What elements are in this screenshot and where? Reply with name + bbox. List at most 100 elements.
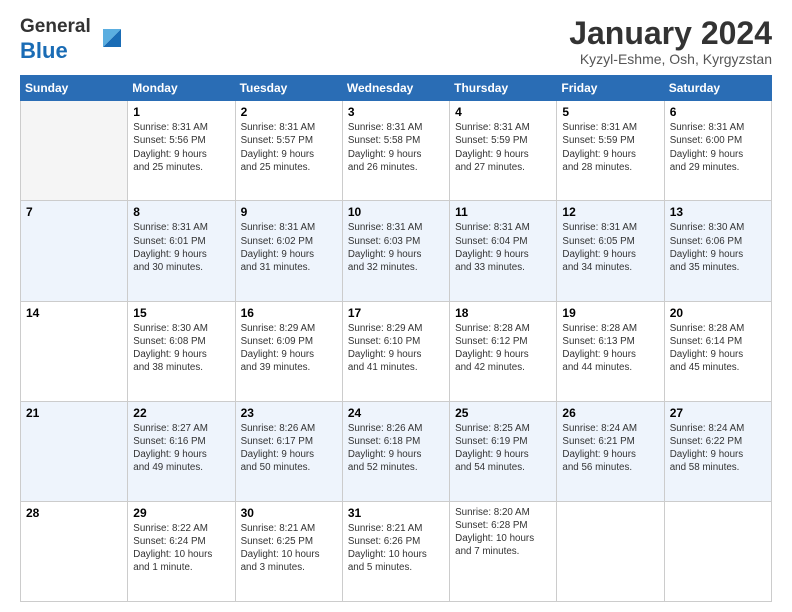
day-number: 11 [455, 205, 551, 219]
cell-info: Sunrise: 8:26 AMSunset: 6:17 PMDaylight:… [241, 422, 337, 475]
table-row [557, 501, 664, 601]
cell-info: Sunrise: 8:22 AMSunset: 6:24 PMDaylight:… [133, 522, 229, 575]
table-row [21, 101, 128, 201]
header-thursday: Thursday [450, 76, 557, 101]
day-number: 17 [348, 306, 444, 320]
cell-info: Sunrise: 8:21 AMSunset: 6:25 PMDaylight:… [241, 522, 337, 575]
table-row: 29 Sunrise: 8:22 AMSunset: 6:24 PMDayligh… [128, 501, 235, 601]
cell-info: Sunrise: 8:24 AMSunset: 6:21 PMDaylight:… [562, 422, 658, 475]
table-row: 1Sunrise: 8:31 AMSunset: 5:56 PMDaylight… [128, 101, 235, 201]
title-block: January 2024 Kyzyl-Eshme, Osh, Kyrgyzsta… [569, 16, 772, 67]
table-row: 18 Sunrise: 8:28 AMSunset: 6:12 PMDayligh… [450, 301, 557, 401]
day-number: 2 [241, 105, 337, 119]
day-number: 3 [348, 105, 444, 119]
cell-info: Sunrise: 8:31 AMSunset: 5:59 PMDaylight:… [562, 121, 658, 174]
header-wednesday: Wednesday [342, 76, 449, 101]
table-row: 26 Sunrise: 8:24 AMSunset: 6:21 PMDayligh… [557, 401, 664, 501]
cell-info: Sunrise: 8:31 AMSunset: 5:57 PMDaylight:… [241, 121, 337, 174]
day-number: 9 [241, 205, 337, 219]
table-row: 19 Sunrise: 8:28 AMSunset: 6:13 PMDayligh… [557, 301, 664, 401]
cell-info: Sunrise: 8:26 AMSunset: 6:18 PMDaylight:… [348, 422, 444, 475]
table-row: 27 Sunrise: 8:24 AMSunset: 6:22 PMDayligh… [664, 401, 771, 501]
day-number: 24 [348, 406, 444, 420]
day-number: 15 [133, 306, 229, 320]
table-row: Sunrise: 8:20 AMSunset: 6:28 PMDaylight:… [450, 501, 557, 601]
table-row: 22 Sunrise: 8:27 AMSunset: 6:16 PMDayligh… [128, 401, 235, 501]
main-title: January 2024 [569, 16, 772, 51]
cell-info: Sunrise: 8:31 AMSunset: 5:56 PMDaylight:… [133, 121, 229, 174]
day-number: 12 [562, 205, 658, 219]
day-number: 14 [26, 306, 122, 320]
header-tuesday: Tuesday [235, 76, 342, 101]
day-number: 4 [455, 105, 551, 119]
day-number: 30 [241, 506, 337, 520]
cell-info: Sunrise: 8:31 AMSunset: 6:05 PMDaylight:… [562, 221, 658, 274]
day-number: 18 [455, 306, 551, 320]
header: General Blue January 2024 Kyzyl-Eshme, O… [20, 16, 772, 67]
table-row: 3 Sunrise: 8:31 AMSunset: 5:58 PMDaylight… [342, 101, 449, 201]
day-number: 13 [670, 205, 766, 219]
table-row: 21 [21, 401, 128, 501]
table-row: 24 Sunrise: 8:26 AMSunset: 6:18 PMDayligh… [342, 401, 449, 501]
cell-info: Sunrise: 8:28 AMSunset: 6:13 PMDaylight:… [562, 322, 658, 375]
page: General Blue January 2024 Kyzyl-Eshme, O… [0, 0, 792, 612]
day-number: 8 [133, 205, 229, 219]
day-number: 22 [133, 406, 229, 420]
cell-info: Sunrise: 8:31 AMSunset: 5:58 PMDaylight:… [348, 121, 444, 174]
day-number: 25 [455, 406, 551, 420]
day-number: 21 [26, 406, 122, 420]
cell-info: Sunrise: 8:31 AMSunset: 6:02 PMDaylight:… [241, 221, 337, 274]
table-row: 5 Sunrise: 8:31 AMSunset: 5:59 PMDaylight… [557, 101, 664, 201]
calendar-row-2: 78Sunrise: 8:31 AMSunset: 6:01 PMDayligh… [21, 201, 772, 301]
cell-info: Sunrise: 8:25 AMSunset: 6:19 PMDaylight:… [455, 422, 551, 475]
table-row: 17 Sunrise: 8:29 AMSunset: 6:10 PMDayligh… [342, 301, 449, 401]
cell-info: Sunrise: 8:24 AMSunset: 6:22 PMDaylight:… [670, 422, 766, 475]
table-row: 23Sunrise: 8:26 AMSunset: 6:17 PMDayligh… [235, 401, 342, 501]
table-row: 7 [21, 201, 128, 301]
table-row [664, 501, 771, 601]
cell-info: Sunrise: 8:27 AMSunset: 6:16 PMDaylight:… [133, 422, 229, 475]
calendar-row-3: 14 15 Sunrise: 8:30 AMSunset: 6:08 PMDayli… [21, 301, 772, 401]
cell-info: Sunrise: 8:20 AMSunset: 6:28 PMDaylight:… [455, 506, 551, 559]
table-row: 11 Sunrise: 8:31 AMSunset: 6:04 PMDayligh… [450, 201, 557, 301]
weekday-header-row: Sunday Monday Tuesday Wednesday Thursday… [21, 76, 772, 101]
table-row: 25 Sunrise: 8:25 AMSunset: 6:19 PMDayligh… [450, 401, 557, 501]
calendar-table: Sunday Monday Tuesday Wednesday Thursday… [20, 75, 772, 602]
header-friday: Friday [557, 76, 664, 101]
day-number: 20 [670, 306, 766, 320]
cell-info: Sunrise: 8:29 AMSunset: 6:10 PMDaylight:… [348, 322, 444, 375]
table-row: 20 Sunrise: 8:28 AMSunset: 6:14 PMDayligh… [664, 301, 771, 401]
header-sunday: Sunday [21, 76, 128, 101]
table-row: 4 Sunrise: 8:31 AMSunset: 5:59 PMDaylight… [450, 101, 557, 201]
cell-info: Sunrise: 8:30 AMSunset: 6:06 PMDaylight:… [670, 221, 766, 274]
cell-info: Sunrise: 8:30 AMSunset: 6:08 PMDaylight:… [133, 322, 229, 375]
day-number: 5 [562, 105, 658, 119]
cell-info: Sunrise: 8:28 AMSunset: 6:14 PMDaylight:… [670, 322, 766, 375]
logo-text: General Blue [20, 16, 91, 64]
day-number: 31 [348, 506, 444, 520]
table-row: 9 Sunrise: 8:31 AMSunset: 6:02 PMDaylight… [235, 201, 342, 301]
table-row: 31Sunrise: 8:21 AMSunset: 6:26 PMDayligh… [342, 501, 449, 601]
calendar-row-1: 1Sunrise: 8:31 AMSunset: 5:56 PMDaylight… [21, 101, 772, 201]
cell-info: Sunrise: 8:31 AMSunset: 5:59 PMDaylight:… [455, 121, 551, 174]
table-row: 15 Sunrise: 8:30 AMSunset: 6:08 PMDayligh… [128, 301, 235, 401]
cell-info: Sunrise: 8:31 AMSunset: 6:03 PMDaylight:… [348, 221, 444, 274]
calendar-row-4: 21 22 Sunrise: 8:27 AMSunset: 6:16 PMDayli… [21, 401, 772, 501]
cell-info: Sunrise: 8:31 AMSunset: 6:00 PMDaylight:… [670, 121, 766, 174]
table-row: 10 Sunrise: 8:31 AMSunset: 6:03 PMDayligh… [342, 201, 449, 301]
cell-info: Sunrise: 8:31 AMSunset: 6:04 PMDaylight:… [455, 221, 551, 274]
logo-icon [93, 19, 129, 55]
day-number: 10 [348, 205, 444, 219]
table-row: 2 Sunrise: 8:31 AMSunset: 5:57 PMDaylight… [235, 101, 342, 201]
day-number: 29 [133, 506, 229, 520]
day-number: 27 [670, 406, 766, 420]
table-row: 14 [21, 301, 128, 401]
header-monday: Monday [128, 76, 235, 101]
table-row: 28 [21, 501, 128, 601]
day-number: 19 [562, 306, 658, 320]
table-row: 16Sunrise: 8:29 AMSunset: 6:09 PMDayligh… [235, 301, 342, 401]
table-row: 6Sunrise: 8:31 AMSunset: 6:00 PMDaylight… [664, 101, 771, 201]
day-number: 26 [562, 406, 658, 420]
table-row: 13 Sunrise: 8:30 AMSunset: 6:06 PMDayligh… [664, 201, 771, 301]
cell-info: Sunrise: 8:28 AMSunset: 6:12 PMDaylight:… [455, 322, 551, 375]
